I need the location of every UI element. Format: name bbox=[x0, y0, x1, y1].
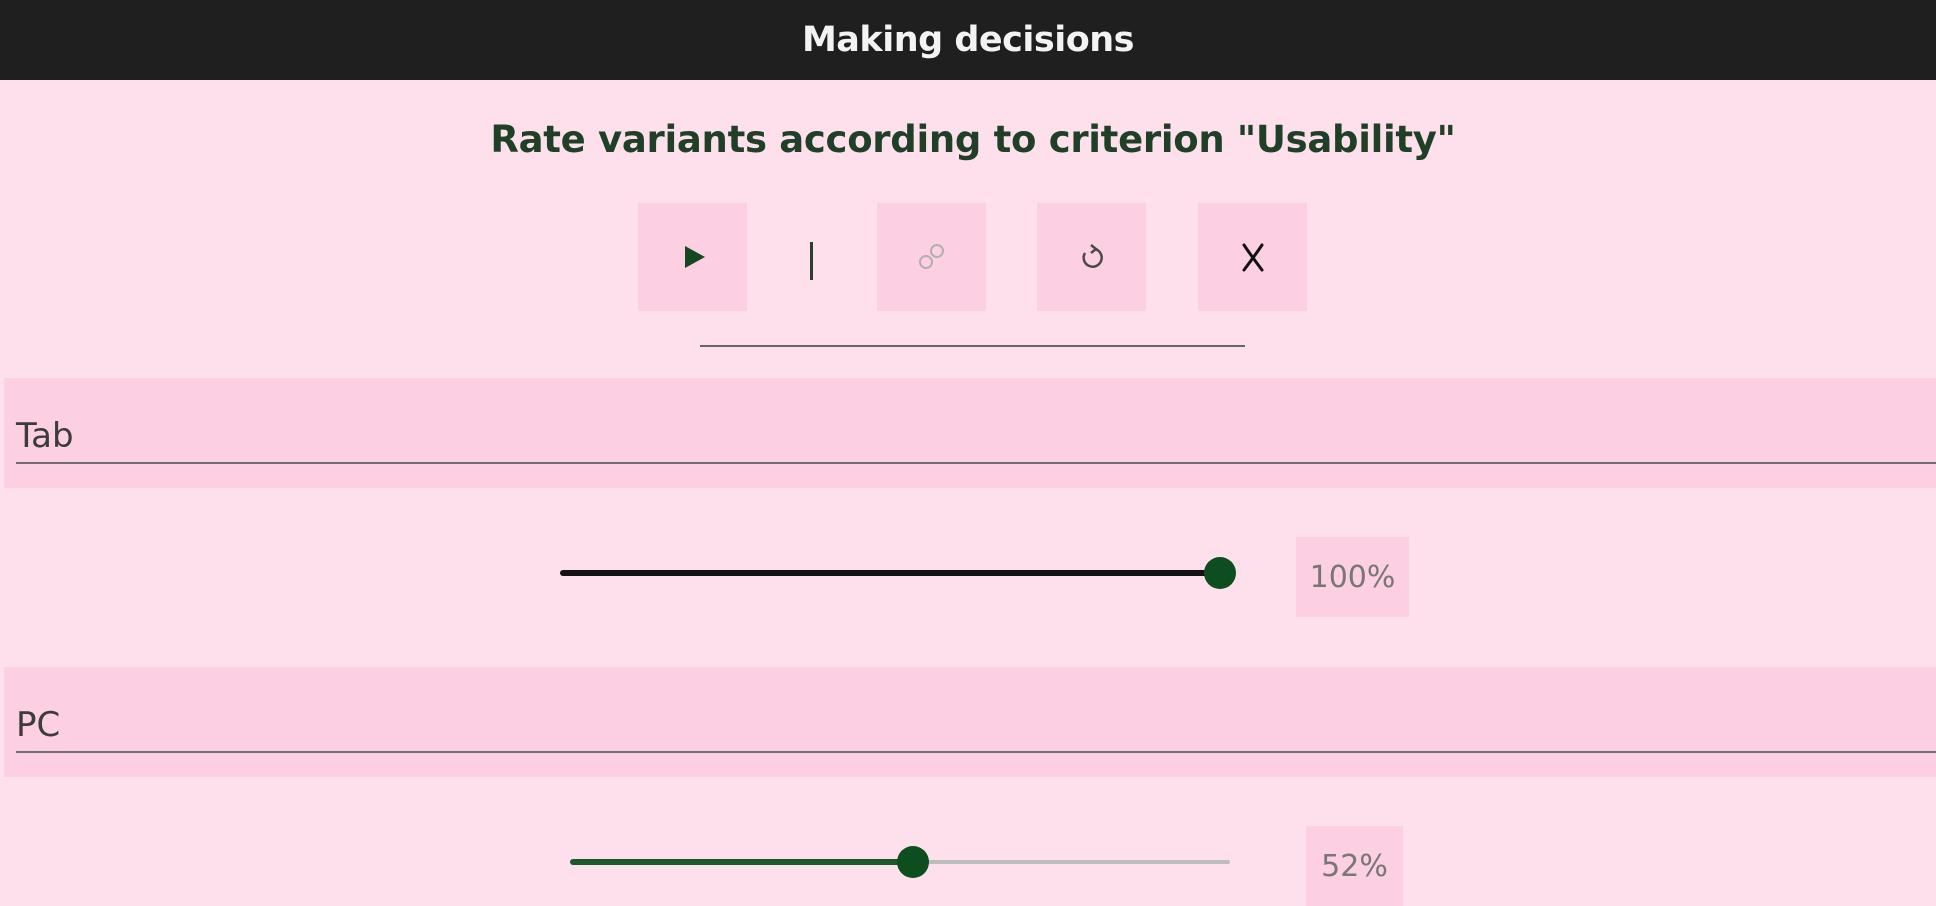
refresh-icon bbox=[1081, 244, 1103, 268]
app-title: Making decisions bbox=[801, 20, 1135, 60]
slider-fill bbox=[570, 859, 913, 865]
variant-row-tab: Tab bbox=[4, 378, 1936, 488]
toolbar-divider bbox=[700, 345, 1245, 347]
slider-thumb[interactable] bbox=[897, 846, 929, 878]
reset-button[interactable] bbox=[1037, 203, 1146, 311]
variant-label: Tab bbox=[16, 416, 74, 456]
close-icon bbox=[1242, 243, 1263, 272]
toolbar-separator bbox=[810, 242, 813, 280]
rating-slider-pc[interactable] bbox=[570, 842, 1230, 882]
page-heading: Rate variants according to criterion "Us… bbox=[490, 118, 1456, 161]
percent-value-tab: 100% bbox=[1296, 537, 1409, 617]
variant-row-pc: PC bbox=[4, 667, 1936, 777]
percent-value-pc: 52% bbox=[1306, 826, 1403, 906]
rating-slider-tab[interactable] bbox=[560, 553, 1236, 593]
variant-underline bbox=[16, 462, 1936, 464]
app-bar: Making decisions bbox=[0, 0, 1936, 80]
slider-fill bbox=[560, 570, 1220, 576]
link-icon bbox=[918, 244, 944, 269]
close-button[interactable] bbox=[1198, 203, 1307, 311]
variant-label: PC bbox=[16, 705, 61, 745]
play-button[interactable] bbox=[638, 203, 747, 311]
slider-thumb[interactable] bbox=[1204, 557, 1236, 589]
play-icon bbox=[684, 246, 705, 268]
variant-underline bbox=[16, 751, 1936, 753]
link-button[interactable] bbox=[877, 203, 986, 311]
